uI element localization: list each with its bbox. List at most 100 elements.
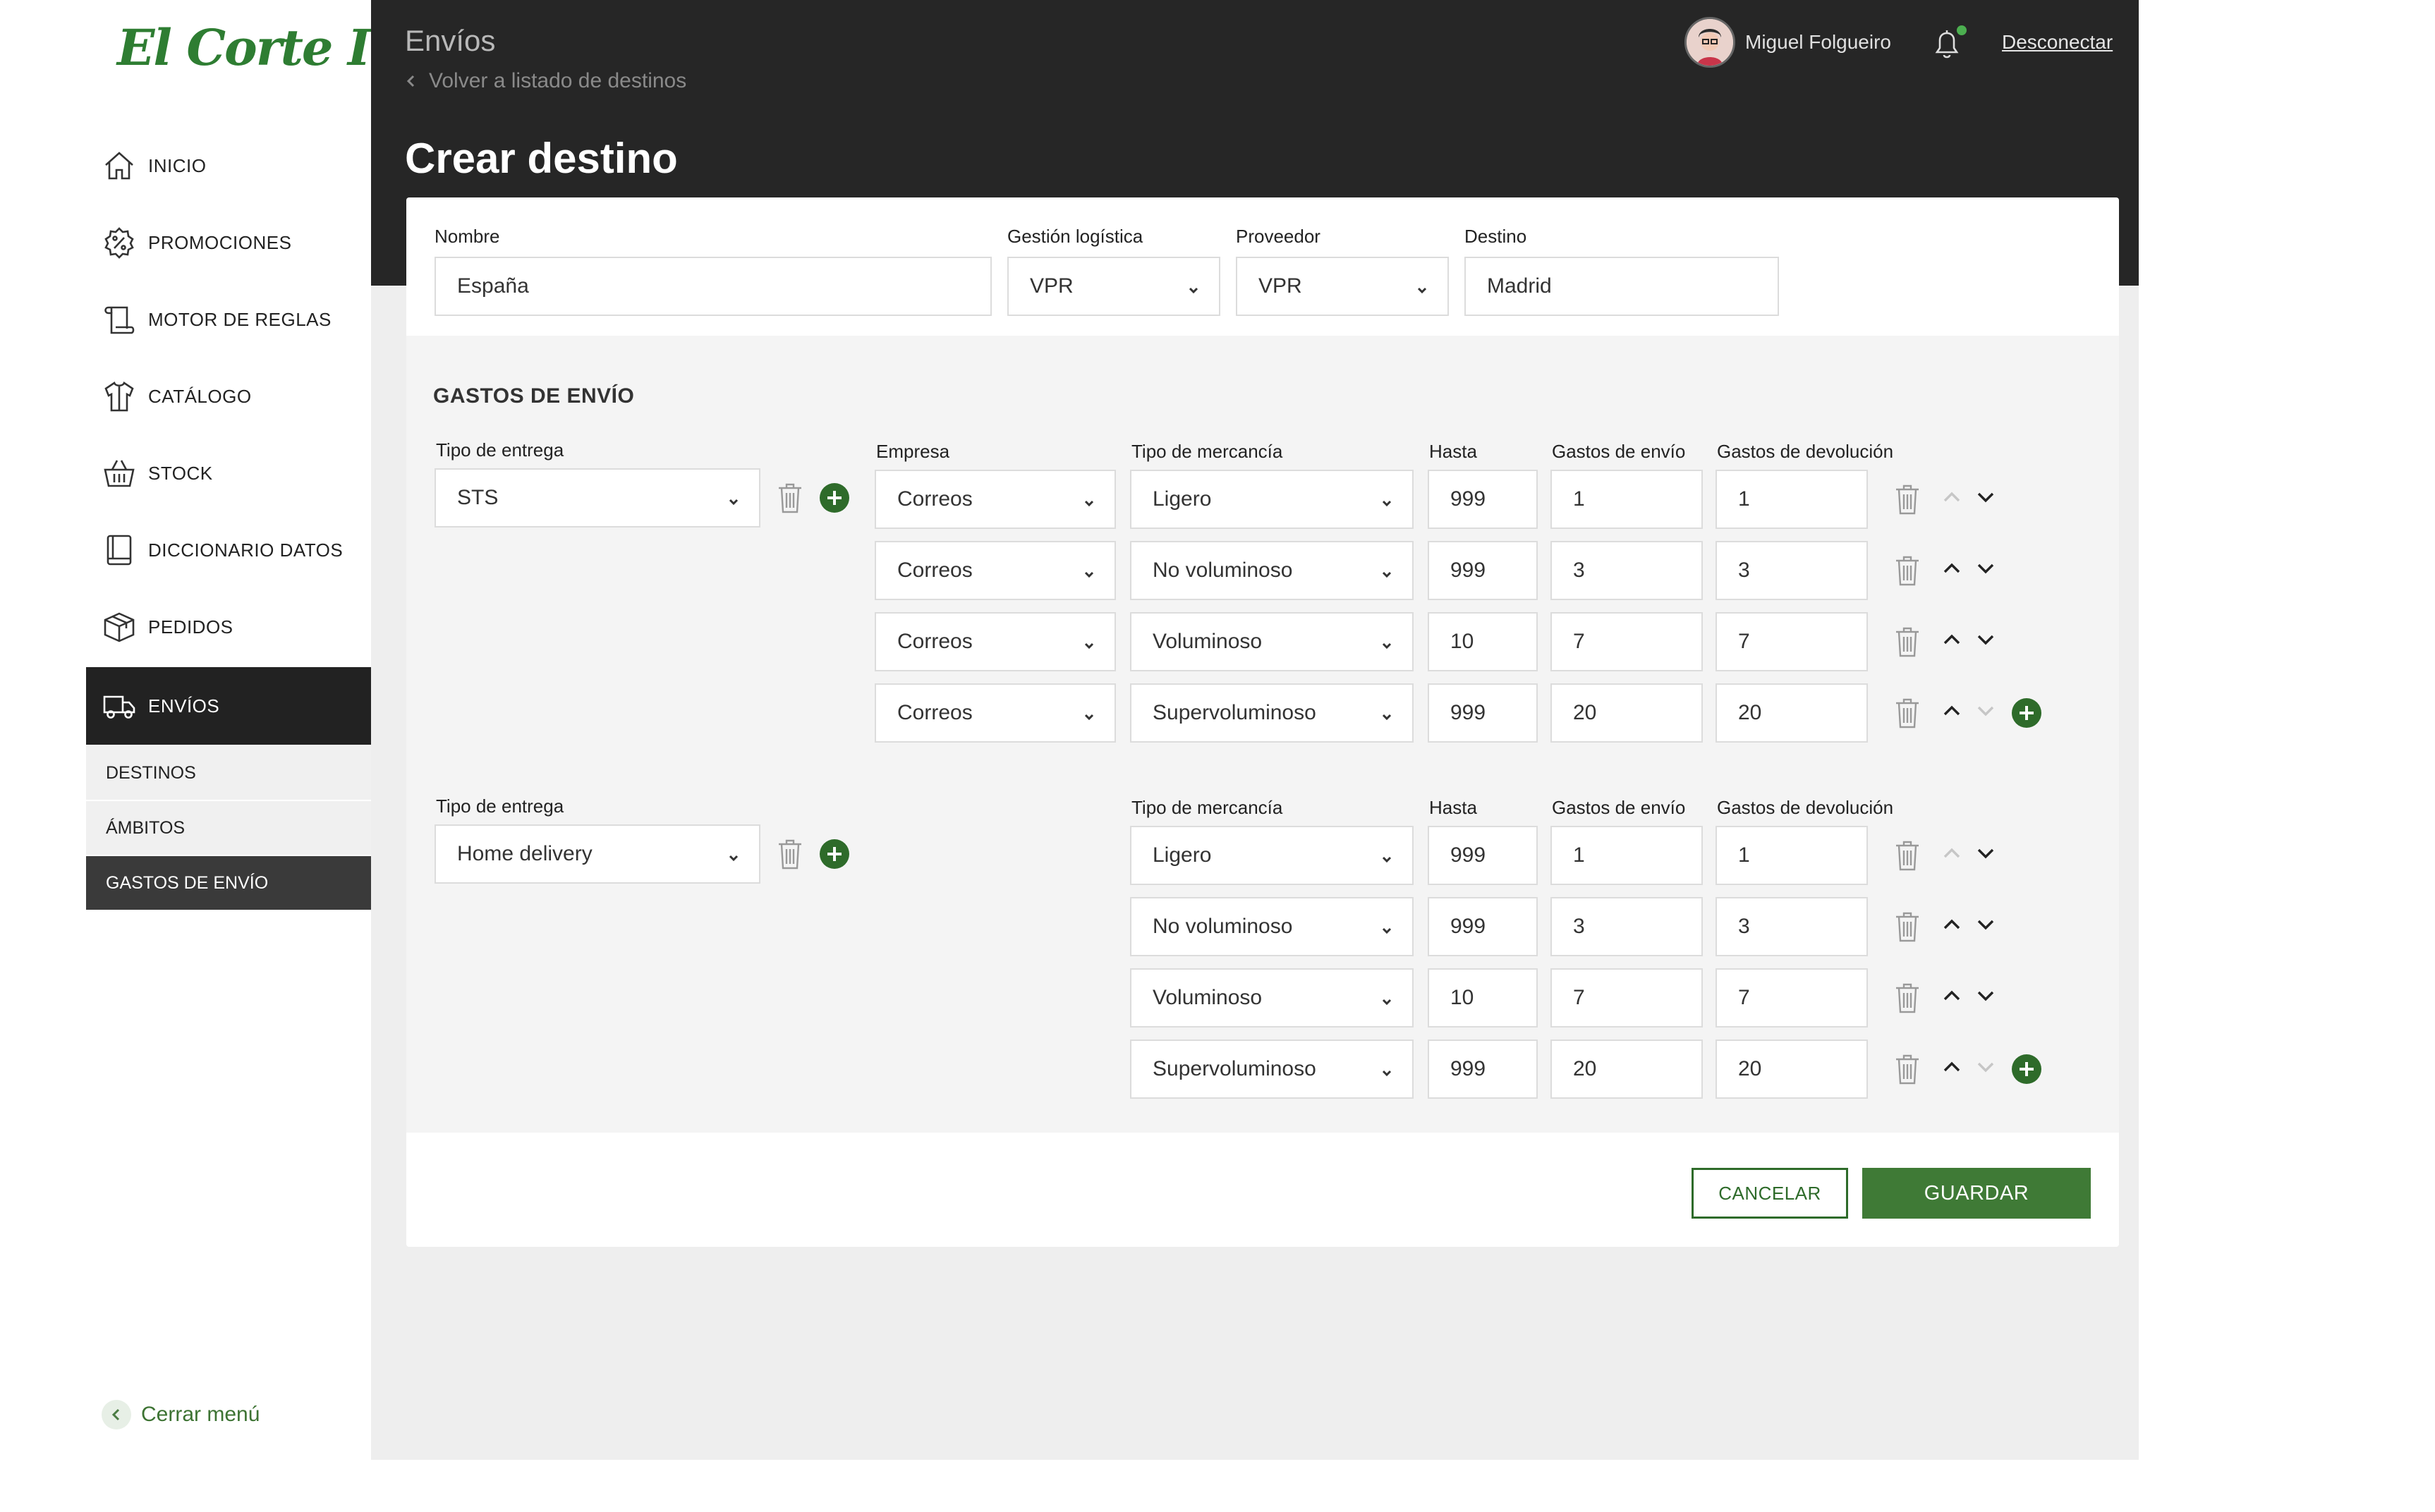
tipo-entrega-select[interactable]: Home delivery (435, 824, 760, 884)
hasta-input[interactable]: 999 (1428, 541, 1538, 600)
gastos-devolucion-input[interactable]: 1 (1716, 826, 1868, 885)
gastos-envio-input[interactable]: 7 (1550, 612, 1703, 671)
hasta-input[interactable]: 999 (1428, 826, 1538, 885)
destino-input[interactable]: Madrid (1464, 257, 1779, 316)
gastos-devolucion-input[interactable]: 3 (1716, 897, 1868, 956)
gastos-devolucion-input[interactable]: 1 (1716, 470, 1868, 529)
tipo-mercancia-select[interactable]: Ligero (1130, 826, 1414, 885)
logout-link[interactable]: Desconectar (2002, 31, 2113, 54)
empresa-select[interactable]: Correos (875, 683, 1116, 743)
sidebar-item-pedidos[interactable]: PEDIDOS (86, 588, 371, 666)
empresa-select[interactable]: Correos (875, 470, 1116, 529)
sidebar-item-inicio[interactable]: INICIO (86, 127, 371, 205)
sidebar-item-catalogo[interactable]: CATÁLOGO (86, 358, 371, 435)
sidebar-item-motor-de-reglas[interactable]: MOTOR DE REGLAS (86, 281, 371, 358)
gastos-devolucion-input[interactable]: 7 (1716, 968, 1868, 1028)
delete-row-button[interactable] (1893, 1052, 1921, 1086)
notification-dot (1957, 25, 1967, 35)
move-up-button[interactable] (1941, 632, 1962, 647)
gastos-devolucion-input[interactable]: 7 (1716, 612, 1868, 671)
move-down-button[interactable] (1975, 632, 1996, 647)
sidebar-item-diccionario-datos[interactable]: DICCIONARIO DATOS (86, 511, 371, 589)
tipo-mercancia-select[interactable]: Voluminoso (1130, 612, 1414, 671)
move-down-button[interactable] (1975, 988, 1996, 1004)
delete-row-button[interactable] (1893, 482, 1921, 516)
hasta-input[interactable]: 10 (1428, 968, 1538, 1028)
empresa-select[interactable]: Correos (875, 612, 1116, 671)
gastos-envio-input[interactable]: 20 (1550, 683, 1703, 743)
tipo-entrega-label: Tipo de entrega (436, 795, 564, 817)
save-button[interactable]: GUARDAR (1862, 1168, 2091, 1219)
chevron-down-icon (1975, 706, 1996, 721)
move-down-button[interactable] (1975, 561, 1996, 576)
move-up-button[interactable] (1941, 1059, 1962, 1075)
chevron-down-icon (727, 491, 741, 506)
move-up-button[interactable] (1941, 489, 1962, 505)
sidebar-subitem-destinos[interactable]: DESTINOS (86, 746, 371, 801)
move-up-button[interactable] (1941, 988, 1962, 1004)
proveedor-select[interactable]: VPR (1236, 257, 1449, 316)
hasta-label: Hasta (1429, 441, 1477, 462)
hasta-input[interactable]: 10 (1428, 612, 1538, 671)
chevron-down-icon (1082, 492, 1096, 507)
move-down-button[interactable] (1975, 846, 1996, 861)
delete-row-button[interactable] (1893, 625, 1921, 659)
gestion-logistica-label: Gestión logística (1007, 226, 1143, 247)
sidebar-item-stock[interactable]: STOCK (86, 434, 371, 512)
move-up-button[interactable] (1941, 846, 1962, 861)
move-down-button[interactable] (1975, 703, 1996, 719)
delete-row-button[interactable] (1893, 696, 1921, 730)
gastos-envio-input[interactable]: 3 (1550, 897, 1703, 956)
notifications-button[interactable] (1931, 25, 1967, 61)
gastos-envio-input[interactable]: 20 (1550, 1040, 1703, 1099)
sidebar-item-envios[interactable]: ENVÍOS (86, 667, 371, 745)
tipo-mercancia-select[interactable]: Supervoluminoso (1130, 683, 1414, 743)
sidebar-subitem-ambitos[interactable]: ÁMBITOS (86, 801, 371, 856)
move-down-button[interactable] (1975, 489, 1996, 505)
gastos-devolucion-input[interactable]: 20 (1716, 683, 1868, 743)
user-profile[interactable]: Miguel Folgueiro (1684, 17, 1891, 68)
empresa-select[interactable]: Correos (875, 541, 1116, 600)
tipo-entrega-select[interactable]: STS (435, 468, 760, 528)
close-menu-button[interactable]: Cerrar menú (102, 1400, 260, 1429)
move-up-button[interactable] (1941, 917, 1962, 932)
gastos-envio-input[interactable]: 1 (1550, 826, 1703, 885)
move-down-button[interactable] (1975, 1059, 1996, 1075)
move-up-button[interactable] (1941, 703, 1962, 719)
move-up-button[interactable] (1941, 561, 1962, 576)
sidebar-item-promociones[interactable]: PROMOCIONES (86, 204, 371, 281)
gastos-devolucion-input[interactable]: 20 (1716, 1040, 1868, 1099)
add-row-button[interactable] (2012, 1054, 2041, 1084)
delete-row-button[interactable] (1893, 910, 1921, 944)
tipo-mercancia-label: Tipo de mercancía (1131, 441, 1283, 462)
back-link[interactable]: Volver a listado de destinos (405, 69, 686, 93)
gastos-devolucion-input[interactable]: 3 (1716, 541, 1868, 600)
hasta-input[interactable]: 999 (1428, 470, 1538, 529)
hasta-input[interactable]: 999 (1428, 683, 1538, 743)
nombre-input[interactable]: España (435, 257, 992, 316)
hasta-input[interactable]: 999 (1428, 897, 1538, 956)
chevron-down-icon (1380, 920, 1394, 934)
gastos-envio-input[interactable]: 1 (1550, 470, 1703, 529)
hasta-input[interactable]: 999 (1428, 1040, 1538, 1099)
gastos-envio-input[interactable]: 7 (1550, 968, 1703, 1028)
cancel-button[interactable]: CANCELAR (1692, 1168, 1848, 1219)
delete-row-button[interactable] (1893, 981, 1921, 1015)
add-tipo-entrega-button[interactable] (820, 839, 849, 869)
add-tipo-entrega-button[interactable] (820, 483, 849, 513)
tipo-mercancia-select[interactable]: Supervoluminoso (1130, 1040, 1414, 1099)
tipo-mercancia-select[interactable]: No voluminoso (1130, 897, 1414, 956)
gastos-envio-input[interactable]: 3 (1550, 541, 1703, 600)
tipo-mercancia-select[interactable]: No voluminoso (1130, 541, 1414, 600)
delete-tipo-entrega-button[interactable] (776, 837, 804, 871)
move-down-button[interactable] (1975, 917, 1996, 932)
tipo-mercancia-select[interactable]: Voluminoso (1130, 968, 1414, 1028)
plus-icon (820, 491, 849, 516)
delete-row-button[interactable] (1893, 839, 1921, 872)
gestion-logistica-select[interactable]: VPR (1007, 257, 1220, 316)
sidebar-subitem-gastos-de-envio[interactable]: GASTOS DE ENVÍO (86, 856, 371, 911)
add-row-button[interactable] (2012, 698, 2041, 728)
tipo-mercancia-select[interactable]: Ligero (1130, 470, 1414, 529)
delete-row-button[interactable] (1893, 554, 1921, 587)
delete-tipo-entrega-button[interactable] (776, 481, 804, 515)
